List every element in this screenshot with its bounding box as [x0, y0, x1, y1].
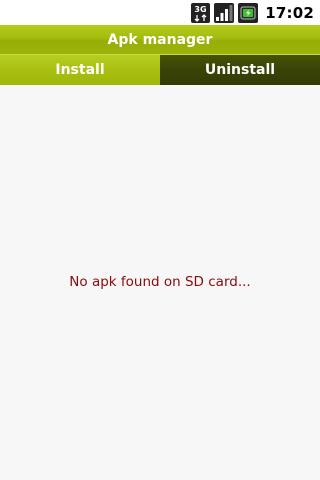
- app-title: Apk manager: [107, 31, 213, 48]
- tab-uninstall[interactable]: Uninstall: [160, 55, 320, 85]
- status-bar: 3G 17:02: [0, 0, 320, 25]
- clock: 17:02: [265, 3, 314, 22]
- signal-strength-icon: [214, 2, 235, 23]
- screen: 3G 17:02 Apk manager Install Uninstall N…: [0, 0, 320, 480]
- network-3g-icon: 3G: [191, 2, 211, 23]
- network-label: 3G: [195, 5, 207, 14]
- empty-state-message: No apk found on SD card...: [69, 274, 251, 290]
- content-area: No apk found on SD card...: [0, 85, 320, 480]
- title-bar: Apk manager: [0, 25, 320, 55]
- tab-bar: Install Uninstall: [0, 55, 320, 85]
- tab-install[interactable]: Install: [0, 55, 160, 85]
- battery-charging-icon: [238, 2, 259, 23]
